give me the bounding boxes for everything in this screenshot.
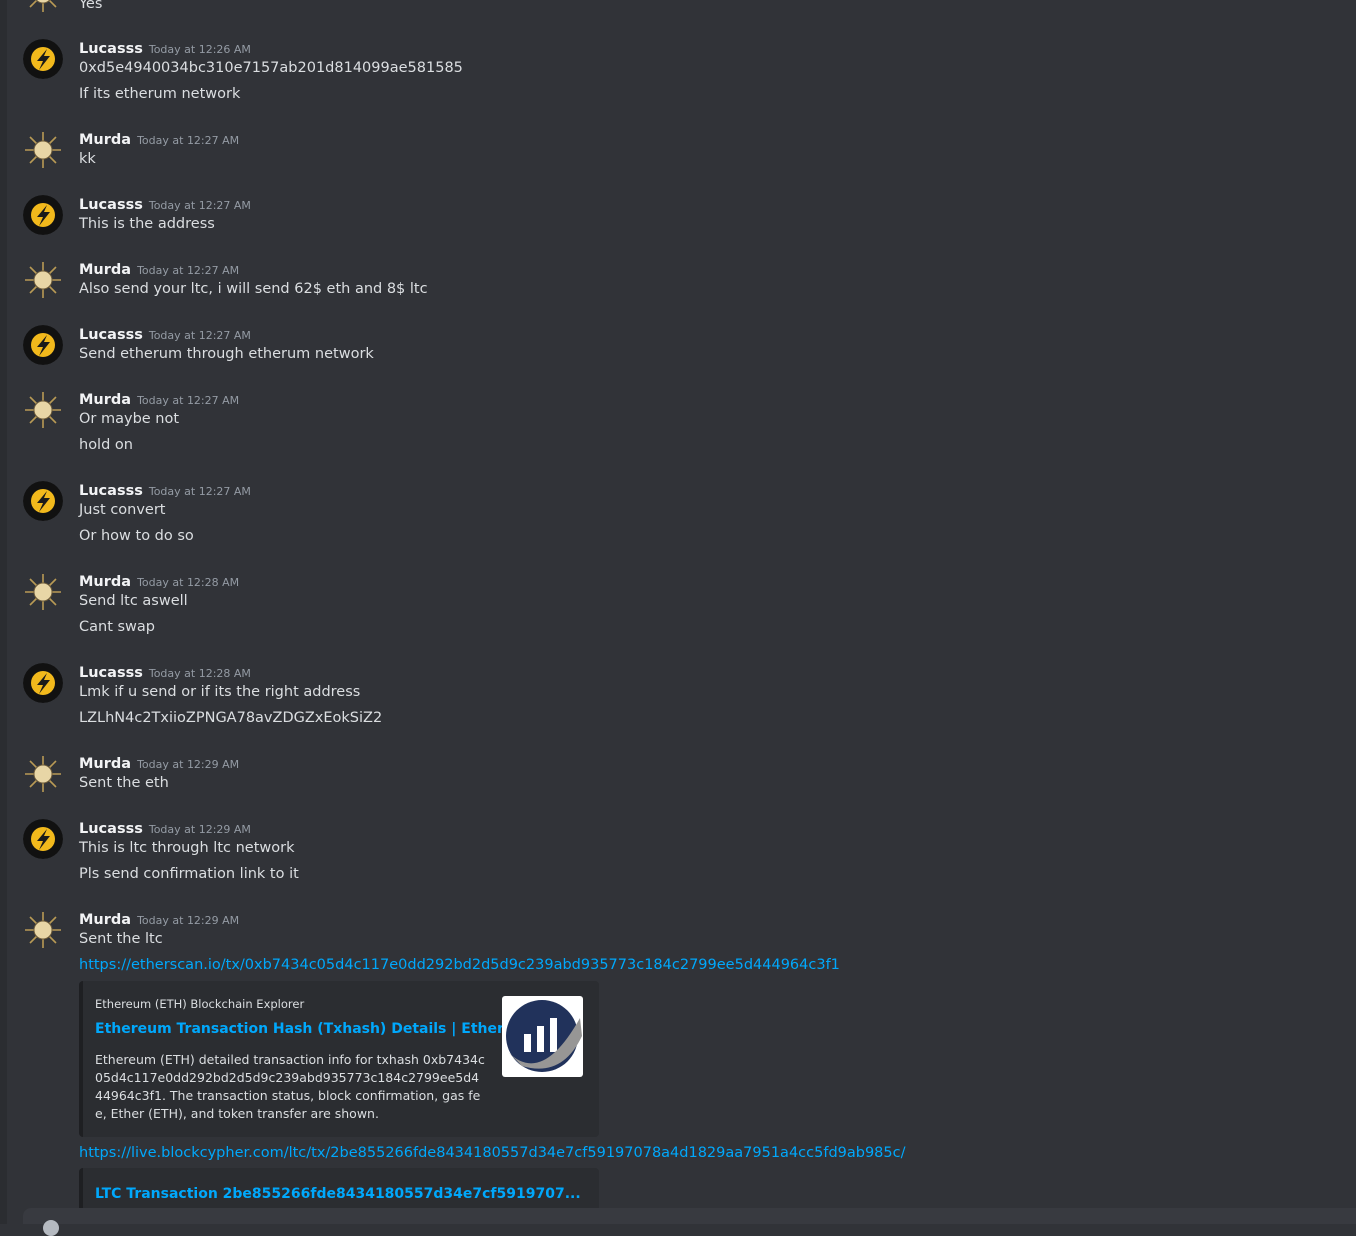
sun-face-avatar-icon[interactable] [23,572,63,612]
message-header: Murda Today at 12:29 AM [79,753,239,772]
message-text: Sent the ltc [79,931,163,947]
timestamp: Today at 12:29 AM [137,758,240,771]
username[interactable]: Murda [79,574,131,590]
lightning-avatar-icon[interactable] [23,39,63,79]
username[interactable]: Lucasss [79,327,143,343]
username[interactable]: Lucasss [79,821,143,837]
timestamp: Today at 12:27 AM [148,485,251,498]
sun-face-avatar-icon[interactable] [23,0,63,14]
sun-face-avatar-icon[interactable] [23,910,63,950]
message-header: Murda Today at 12:28 AM [79,571,239,590]
message-header: Lucasss Today at 12:27 AM [79,194,251,213]
embed-title[interactable]: LTC Transaction 2be855266fde8434180557d3… [95,1186,581,1202]
sun-face-avatar-icon[interactable] [23,754,63,794]
etherscan-logo-icon[interactable] [502,996,583,1077]
message-text: Pls send confirmation link to it [79,866,299,882]
message-text: LZLhN4c2TxiioZPNGA78avZDGZxEokSiZ2 [79,710,383,726]
message-text: Yes [79,0,103,12]
message-text: Cant swap [79,619,155,635]
message-text: kk [79,151,96,167]
lightning-avatar-icon[interactable] [23,481,63,521]
message-header: Murda Today at 12:27 AM [79,259,239,278]
timestamp: Today at 12:29 AM [148,823,251,836]
message-text: This is ltc through ltc network [79,840,295,856]
timestamp: Today at 12:27 AM [137,264,240,277]
lightning-avatar-icon[interactable] [23,819,63,859]
username[interactable]: Murda [79,756,131,772]
message-header: Lucasss Today at 12:29 AM [79,818,251,837]
username[interactable]: Murda [79,132,131,148]
message-text: Or maybe not [79,411,180,427]
timestamp: Today at 12:29 AM [137,914,240,927]
message-text: https://etherscan.io/tx/0xb7434c05d4c117… [79,957,840,973]
message-text: This is the address [79,216,215,232]
username[interactable]: Lucasss [79,483,143,499]
sun-face-avatar-icon[interactable] [23,390,63,430]
message-text: Or how to do so [79,528,194,544]
message-text: https://live.blockcypher.com/ltc/tx/2be8… [79,1145,906,1161]
timestamp: Today at 12:27 AM [137,394,240,407]
sun-face-avatar-icon[interactable] [23,260,63,300]
message-text: Also send your ltc, i will send 62$ eth … [79,281,428,297]
lightning-avatar-icon[interactable] [23,195,63,235]
link-embed-etherscan: Ethereum (ETH) Blockchain Explorer Ether… [79,981,599,1137]
blockcypher-link[interactable]: https://live.blockcypher.com/ltc/tx/2be8… [79,1145,906,1161]
timestamp: Today at 12:27 AM [148,329,251,342]
lightning-avatar-icon[interactable] [23,663,63,703]
message-header: Murda Today at 12:27 AM [79,389,239,408]
message-composer[interactable] [23,1208,1356,1236]
timestamp: Today at 12:27 AM [137,134,240,147]
message-header: Lucasss Today at 12:27 AM [79,324,251,343]
message-header: Murda Today at 12:29 AM [79,909,239,928]
sun-face-avatar-icon[interactable] [23,130,63,170]
username[interactable]: Lucasss [79,665,143,681]
message-text: Lmk if u send or if its the right addres… [79,684,361,700]
timestamp: Today at 12:26 AM [148,43,251,56]
embed-description: Ethereum (ETH) detailed transaction info… [95,1052,485,1121]
timestamp: Today at 12:27 AM [148,199,251,212]
timestamp: Today at 12:28 AM [148,667,251,680]
username[interactable]: Lucasss [79,197,143,213]
message-text: 0xd5e4940034bc310e7157ab201d814099ae5815… [79,60,463,76]
message-text: If its etherum network [79,86,241,102]
channel-edge [0,0,7,1224]
message-text: Sent the eth [79,775,169,791]
username[interactable]: Lucasss [79,41,143,57]
message-text: Send etherum through etherum network [79,346,374,362]
message-text: Just convert [79,502,166,518]
etherscan-link[interactable]: https://etherscan.io/tx/0xb7434c05d4c117… [79,957,840,973]
timestamp: Today at 12:28 AM [137,576,240,589]
lightning-avatar-icon[interactable] [23,325,63,365]
username[interactable]: Murda [79,912,131,928]
embed-provider[interactable]: Ethereum (ETH) Blockchain Explorer [95,997,304,1011]
message-header: Lucasss Today at 12:27 AM [79,480,251,499]
message-text: hold on [79,437,133,453]
username[interactable]: Murda [79,392,131,408]
message-header: Murda Today at 12:27 AM [79,129,239,148]
message-header: Lucasss Today at 12:28 AM [79,662,251,681]
username[interactable]: Murda [79,262,131,278]
message-header: Lucasss Today at 12:26 AM [79,38,251,57]
add-attachment-icon[interactable] [43,1220,59,1236]
embed-title[interactable]: Ethereum Transaction Hash (Txhash) Detai… [95,1021,540,1037]
message-text: Send ltc aswell [79,593,188,609]
